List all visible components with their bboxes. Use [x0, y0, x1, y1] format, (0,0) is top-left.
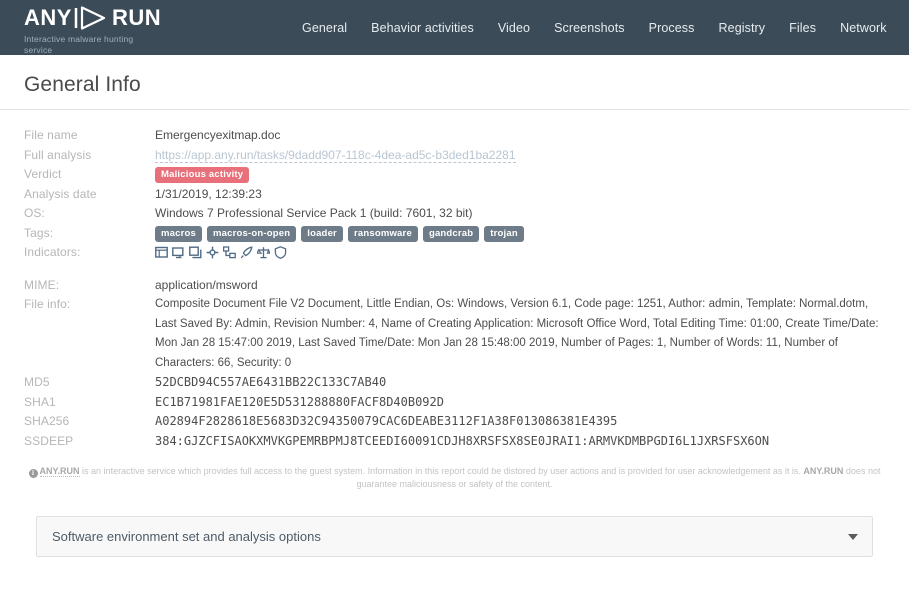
value-sha1: EC1B71981FAE120E5D531288880FACF8D40B092D	[155, 393, 885, 413]
label-verdict: Verdict	[24, 165, 155, 185]
row-md5: MD5 52DCBD94C557AE6431BB22C133C7AB40	[24, 373, 885, 393]
page-title: General Info	[24, 73, 909, 97]
network-node-icon[interactable]	[206, 246, 219, 259]
window-icon[interactable]	[155, 246, 168, 259]
nav-item-network[interactable]: Network	[828, 15, 899, 41]
row-spacer	[24, 263, 885, 276]
row-os: OS: Windows 7 Professional Service Pack …	[24, 204, 885, 224]
process-tree-icon[interactable]	[223, 246, 236, 259]
disclaimer-brand-2: ANY.RUN	[803, 466, 843, 476]
label-md5: MD5	[24, 373, 155, 393]
label-ssdeep: SSDEEP	[24, 432, 155, 452]
row-analysis-date: Analysis date 1/31/2019, 12:39:23	[24, 185, 885, 205]
tag-item[interactable]: loader	[301, 226, 343, 242]
rocket-icon[interactable]	[240, 246, 253, 259]
screen-icon[interactable]	[172, 246, 185, 259]
label-os: OS:	[24, 204, 155, 224]
status-badge-verdict: Malicious activity	[155, 167, 249, 183]
tag-item[interactable]: trojan	[484, 226, 524, 242]
nav-item-general[interactable]: General	[290, 15, 359, 41]
shield-icon[interactable]	[274, 246, 287, 259]
copy-files-icon[interactable]	[189, 246, 202, 259]
row-file-info: File info: Composite Document File V2 Do…	[24, 295, 885, 373]
software-environment-accordion[interactable]: Software environment set and analysis op…	[36, 516, 873, 557]
nav-item-behavior-activities[interactable]: Behavior activities	[359, 15, 486, 41]
page-header: General Info	[0, 55, 909, 110]
nav-item-screenshots[interactable]: Screenshots	[542, 15, 637, 41]
logo-lockup: ANY RUN	[24, 5, 250, 31]
logo-word-run: RUN	[112, 7, 161, 29]
value-ssdeep: 384:GJZCFISAOKXMVKGPEMRBPMJ8TCEEDI60091C…	[155, 432, 885, 452]
main-nav: General Behavior activities Video Screen…	[290, 0, 909, 55]
value-analysis-date: 1/31/2019, 12:39:23	[155, 185, 885, 205]
full-analysis-link[interactable]: https://app.any.run/tasks/9dadd907-118c-…	[155, 148, 516, 163]
nav-item-files[interactable]: Files	[777, 15, 828, 41]
value-sha256: A02894F2828618E5683D32C94350079CAC6DEABE…	[155, 412, 885, 432]
label-sha256: SHA256	[24, 412, 155, 432]
chevron-down-icon[interactable]	[848, 534, 858, 540]
label-mime: MIME:	[24, 276, 155, 296]
nav-item-debug[interactable]: Debug	[899, 15, 909, 41]
brand-tagline: Interactive malware hunting service	[24, 34, 154, 56]
tag-item[interactable]: macros	[155, 226, 202, 242]
tag-item[interactable]: gandcrab	[423, 226, 479, 242]
value-file-info: Composite Document File V2 Document, Lit…	[155, 295, 880, 373]
disclaimer-brand-1: ANY.RUN	[40, 466, 80, 477]
tag-item[interactable]: macros-on-open	[207, 226, 296, 242]
label-sha1: SHA1	[24, 393, 155, 413]
row-ssdeep: SSDEEP 384:GJZCFISAOKXMVKGPEMRBPMJ8TCEED…	[24, 432, 885, 452]
label-file-name: File name	[24, 126, 155, 146]
row-verdict: Verdict Malicious activity	[24, 165, 885, 185]
label-indicators: Indicators:	[24, 243, 155, 263]
row-tags: Tags: macros macros-on-open loader ranso…	[24, 224, 885, 244]
row-sha1: SHA1 EC1B71981FAE120E5D531288880FACF8D40…	[24, 393, 885, 413]
row-indicators: Indicators:	[24, 243, 885, 263]
row-sha256: SHA256 A02894F2828618E5683D32C94350079CA…	[24, 412, 885, 432]
row-mime: MIME: application/msword	[24, 276, 885, 296]
nav-item-process[interactable]: Process	[637, 15, 707, 41]
value-mime: application/msword	[155, 276, 885, 296]
value-os: Windows 7 Professional Service Pack 1 (b…	[155, 204, 885, 224]
top-navigation-bar: ANY RUN Interactive malware hunting serv…	[0, 0, 909, 55]
play-triangle-icon	[74, 6, 110, 30]
general-info-table: File name Emergencyexitmap.doc Full anal…	[24, 126, 885, 451]
value-md5: 52DCBD94C557AE6431BB22C133C7AB40	[155, 373, 885, 393]
label-file-info: File info:	[24, 295, 155, 373]
nav-item-registry[interactable]: Registry	[707, 15, 778, 41]
tag-list: macros macros-on-open loader ransomware …	[155, 224, 885, 242]
disclaimer-text: iANY.RUN is an interactive service which…	[24, 465, 885, 491]
info-icon: i	[29, 469, 38, 478]
label-full-analysis: Full analysis	[24, 146, 155, 166]
balance-icon[interactable]	[257, 246, 270, 259]
label-analysis-date: Analysis date	[24, 185, 155, 205]
tag-item[interactable]: ransomware	[348, 226, 418, 242]
nav-item-video[interactable]: Video	[486, 15, 542, 41]
value-file-name: Emergencyexitmap.doc	[155, 126, 885, 146]
label-tags: Tags:	[24, 224, 155, 244]
row-full-analysis: Full analysis https://app.any.run/tasks/…	[24, 146, 885, 166]
logo-word-any: ANY	[24, 7, 72, 29]
accordion-title: Software environment set and analysis op…	[52, 529, 321, 544]
indicator-icon-list	[155, 243, 885, 259]
general-info-content: File name Emergencyexitmap.doc Full anal…	[0, 110, 909, 451]
brand-logo[interactable]: ANY RUN Interactive malware hunting serv…	[0, 0, 250, 56]
disclaimer-part-1: is an interactive service which provides…	[80, 466, 804, 476]
row-file-name: File name Emergencyexitmap.doc	[24, 126, 885, 146]
